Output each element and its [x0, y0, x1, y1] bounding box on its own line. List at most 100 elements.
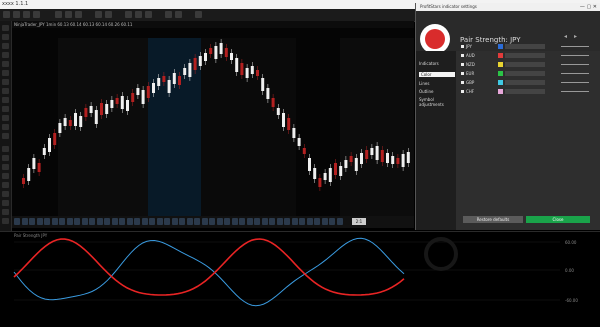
bottom-tool-icon[interactable]: [66, 218, 73, 225]
instrument-icon[interactable]: [135, 11, 142, 18]
color-swatch[interactable]: [498, 62, 503, 67]
row-value-field[interactable]: [505, 80, 545, 85]
row-slider[interactable]: [561, 46, 589, 47]
vline-tool-icon[interactable]: [2, 52, 9, 58]
bottom-tool-icon[interactable]: [186, 218, 193, 225]
rect-tool-icon[interactable]: [2, 70, 9, 76]
bottom-tool-icon[interactable]: [171, 218, 178, 225]
bottom-tool-icon[interactable]: [111, 218, 118, 225]
hline-tool-icon[interactable]: [2, 43, 9, 49]
bottom-tool-icon[interactable]: [141, 218, 148, 225]
snap-icon[interactable]: [2, 200, 9, 206]
bottom-tool-icon[interactable]: [194, 218, 200, 225]
color-swatch[interactable]: [498, 71, 503, 76]
row-checkbox[interactable]: [461, 72, 464, 75]
bottom-tool-icon[interactable]: [336, 218, 343, 225]
bottom-tool-icon[interactable]: [276, 218, 283, 225]
chart-trader-icon[interactable]: [125, 11, 132, 18]
indicators-icon[interactable]: [65, 11, 72, 18]
side-item-indicators[interactable]: Indicators: [419, 61, 439, 66]
restore-defaults-button[interactable]: Restore defaults: [463, 216, 523, 223]
row-value-field[interactable]: [505, 53, 545, 58]
bottom-tool-icon[interactable]: [21, 218, 28, 225]
strategies-icon[interactable]: [75, 11, 82, 18]
bottom-tool-icon[interactable]: [314, 218, 320, 225]
fib-tool-icon[interactable]: [2, 61, 9, 67]
arrow-tool-icon[interactable]: [2, 97, 9, 103]
panel-window-controls[interactable]: — ▢ ✕: [580, 4, 597, 10]
stay-draw-icon[interactable]: [2, 182, 9, 188]
bottom-tool-icon[interactable]: [291, 218, 298, 225]
pointer-icon[interactable]: [23, 11, 30, 18]
zoom-label[interactable]: 2:1: [352, 218, 366, 225]
oscillator-pane[interactable]: Pair Strength JPY 60.00 0.00 -60.00: [0, 231, 600, 323]
close-button[interactable]: Close: [526, 216, 590, 223]
row-value-field[interactable]: [505, 44, 545, 49]
row-slider[interactable]: [561, 91, 589, 92]
row-value-field[interactable]: [505, 62, 545, 67]
channel-tool-icon[interactable]: [2, 106, 9, 112]
bottom-tool-icon[interactable]: [299, 218, 305, 225]
magnet-tool-icon[interactable]: [2, 146, 9, 152]
bottom-tool-icon[interactable]: [14, 218, 20, 225]
row-checkbox[interactable]: [461, 81, 464, 84]
bottom-tool-icon[interactable]: [329, 218, 335, 225]
row-slider[interactable]: [561, 64, 589, 65]
snapshot-icon[interactable]: [105, 11, 112, 18]
bottom-tool-icon[interactable]: [321, 218, 328, 225]
bottom-tool-icon[interactable]: [59, 218, 65, 225]
side-item-color[interactable]: Color: [419, 72, 455, 77]
bottom-tool-icon[interactable]: [96, 218, 103, 225]
bottom-tool-icon[interactable]: [164, 218, 170, 225]
row-slider[interactable]: [561, 82, 589, 83]
row-checkbox[interactable]: [461, 63, 464, 66]
bottom-tool-icon[interactable]: [246, 218, 253, 225]
delete-tool-icon[interactable]: [2, 173, 9, 179]
line-tool-icon[interactable]: [2, 25, 9, 31]
close-panel-icon[interactable]: ▸: [574, 33, 577, 40]
link-icon[interactable]: [195, 11, 202, 18]
bottom-tool-icon[interactable]: [134, 218, 140, 225]
row-checkbox[interactable]: [461, 45, 464, 48]
interval-icon[interactable]: [145, 11, 152, 18]
row-slider[interactable]: [561, 73, 589, 74]
drawing-icon[interactable]: [95, 11, 102, 18]
side-item-outline[interactable]: Outline: [419, 89, 433, 94]
global-draw-icon[interactable]: [2, 191, 9, 197]
bottom-tool-icon[interactable]: [89, 218, 95, 225]
bottom-tool-icon[interactable]: [201, 218, 208, 225]
properties-icon[interactable]: [55, 11, 62, 18]
bottom-tool-icon[interactable]: [81, 218, 88, 225]
bottom-tool-icon[interactable]: [306, 218, 313, 225]
bottom-tool-icon[interactable]: [104, 218, 110, 225]
bottom-tool-icon[interactable]: [224, 218, 230, 225]
bottom-tool-icon[interactable]: [36, 218, 43, 225]
row-checkbox[interactable]: [461, 54, 464, 57]
bottom-tool-icon[interactable]: [156, 218, 163, 225]
text-tool-icon[interactable]: [2, 88, 9, 94]
price-chart[interactable]: [12, 28, 414, 228]
color-swatch[interactable]: [498, 89, 503, 94]
bottom-tool-icon[interactable]: [29, 218, 35, 225]
bottom-tool-icon[interactable]: [179, 218, 185, 225]
bottom-tool-icon[interactable]: [209, 218, 215, 225]
crosshair-icon[interactable]: [33, 11, 40, 18]
gann-tool-icon[interactable]: [2, 133, 9, 139]
bottom-tool-icon[interactable]: [269, 218, 275, 225]
bottom-tool-icon[interactable]: [149, 218, 155, 225]
bottom-tool-icon[interactable]: [44, 218, 50, 225]
data-box-icon[interactable]: [165, 11, 172, 18]
color-swatch[interactable]: [498, 44, 503, 49]
bottom-tool-icon[interactable]: [51, 218, 58, 225]
collapse-icon[interactable]: ◂: [564, 33, 567, 40]
eraser-icon[interactable]: [2, 209, 9, 215]
color-swatch[interactable]: [498, 80, 503, 85]
bottom-tool-icon[interactable]: [126, 218, 133, 225]
side-item-lines[interactable]: Lines: [419, 81, 429, 86]
row-value-field[interactable]: [505, 71, 545, 76]
bottom-tool-icon[interactable]: [239, 218, 245, 225]
bottom-tool-icon[interactable]: [254, 218, 260, 225]
bottom-tool-icon[interactable]: [284, 218, 290, 225]
bottom-tool-icon[interactable]: [74, 218, 80, 225]
row-value-field[interactable]: [505, 89, 545, 94]
